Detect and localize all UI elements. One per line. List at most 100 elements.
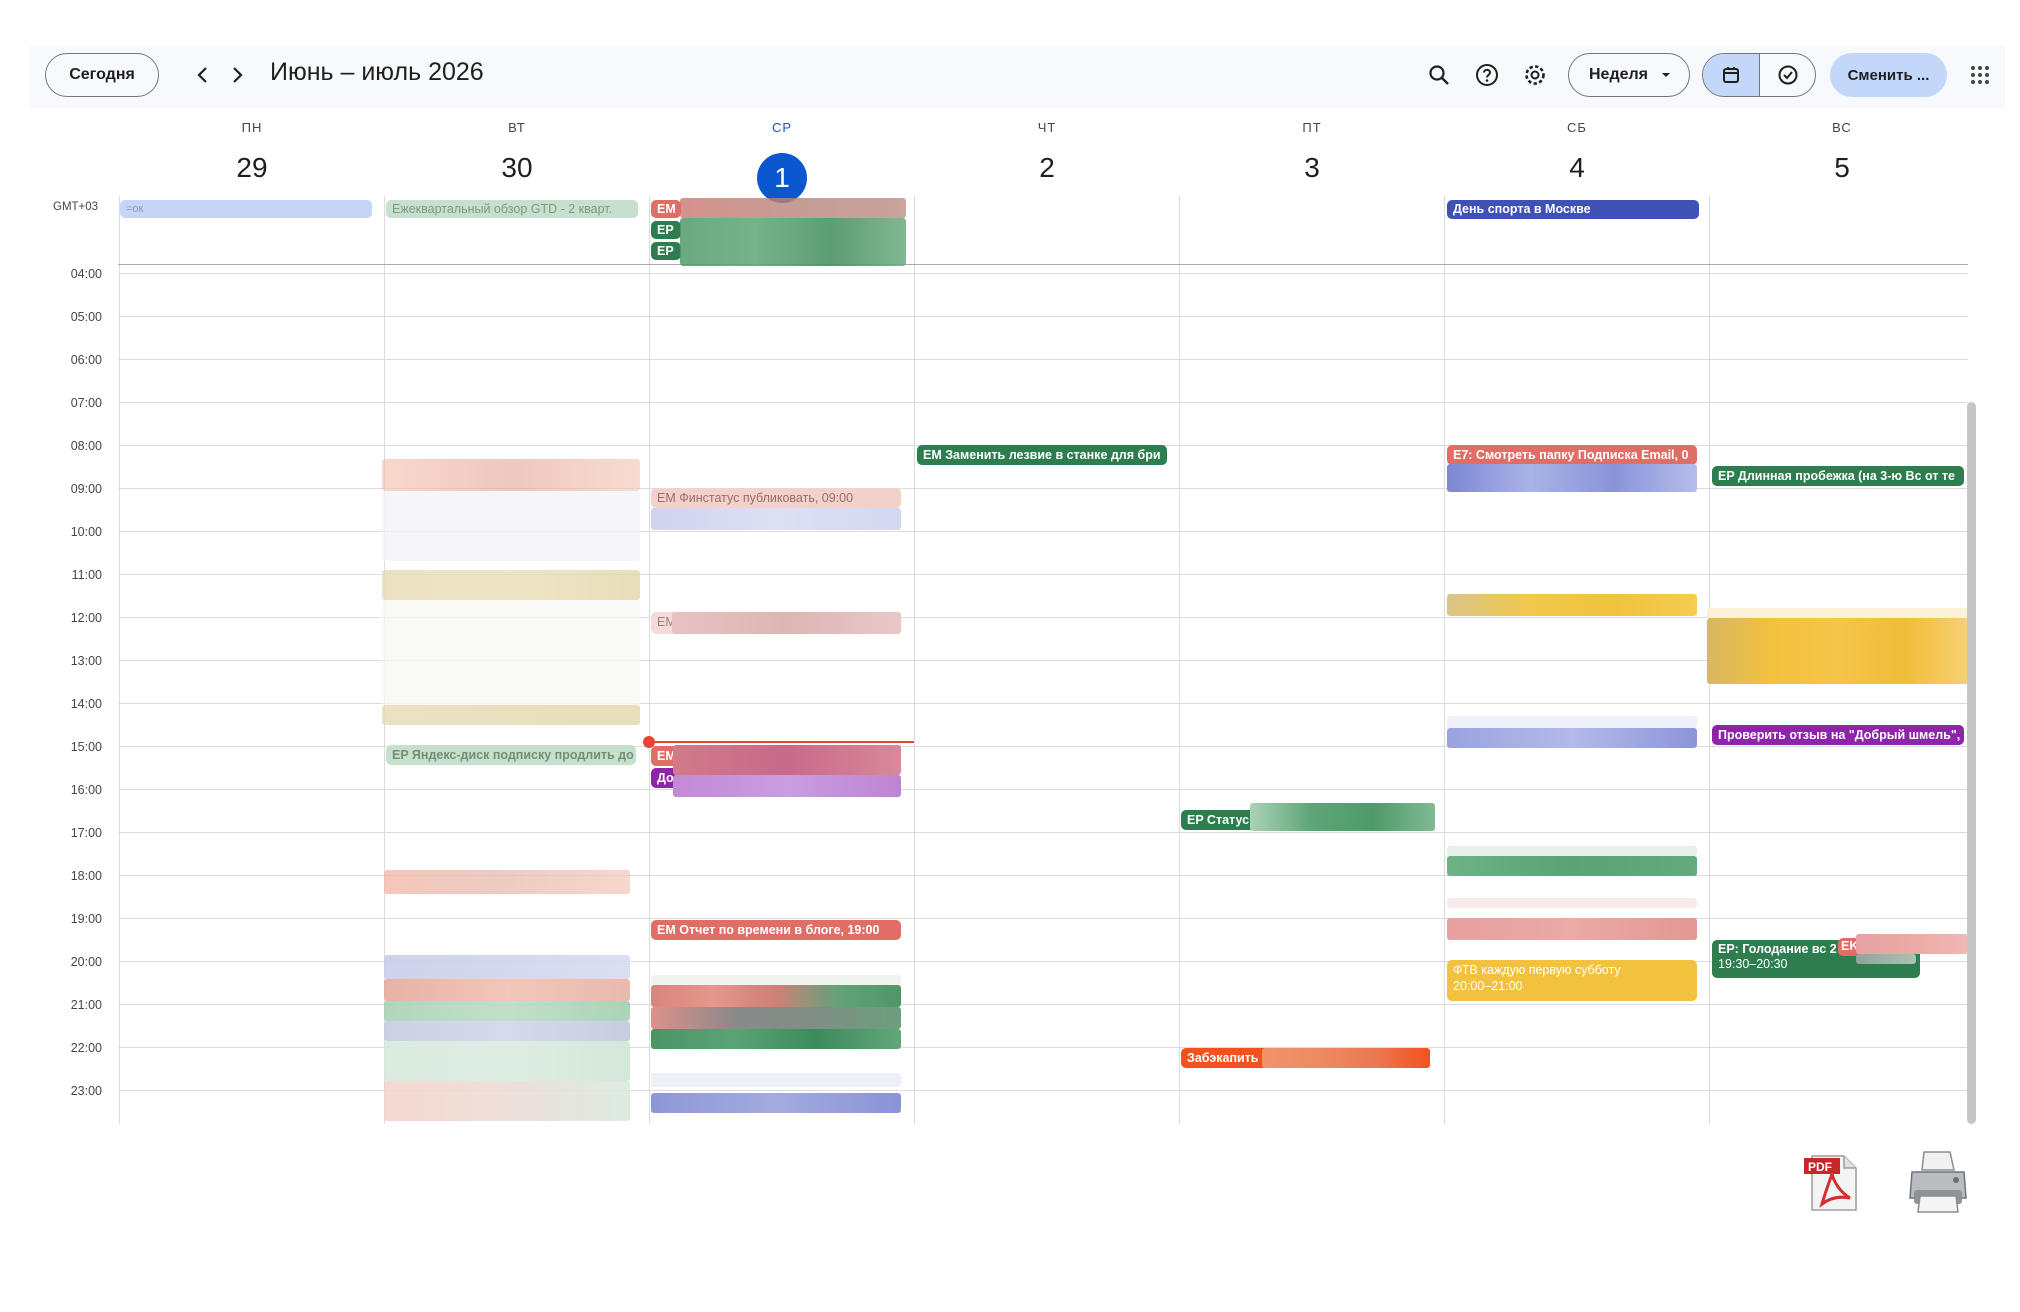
day-header-sun[interactable]: ВС 5	[1710, 120, 1974, 191]
hour-label: 16:00	[70, 783, 102, 797]
view-selector-label: Неделя	[1589, 66, 1649, 83]
hour-label: 09:00	[70, 482, 102, 496]
search-icon	[1429, 65, 1449, 85]
hour-label: 21:00	[70, 998, 102, 1012]
switch-button[interactable]: Сменить ...	[1830, 53, 1947, 97]
allday-event-wed-1[interactable]: EM	[651, 200, 681, 218]
event-sat-e7[interactable]: E7: Смотреть папку Подписка Email, 0	[1447, 445, 1697, 465]
redacted-event	[673, 775, 901, 797]
today-day-number[interactable]: 1	[757, 153, 807, 203]
today-button[interactable]: Сегодня	[45, 53, 159, 97]
allday-event-wed-3[interactable]: EP	[651, 242, 681, 260]
event-thu-razor[interactable]: EM Заменить лезвие в станке для бри	[917, 445, 1167, 465]
day-number[interactable]: 5	[1710, 145, 1974, 191]
event-wed-finstatus[interactable]: EM Финстатус публиковать, 09:00	[651, 488, 901, 508]
redacted-event	[1447, 716, 1697, 728]
hour-label: 19:00	[70, 912, 102, 926]
tasks-view-button[interactable]	[1760, 54, 1815, 96]
redacted-event	[1447, 856, 1697, 876]
hour-label: 08:00	[70, 439, 102, 453]
day-number[interactable]: 2	[915, 145, 1179, 191]
day-of-week: ПН	[241, 120, 263, 135]
allday-event-wed-2[interactable]: EP	[651, 221, 681, 239]
hour-label: 12:00	[70, 611, 102, 625]
redacted-event	[384, 1041, 630, 1081]
day-header-fri[interactable]: ПТ 3	[1180, 120, 1444, 191]
event-fri-zabek[interactable]: Забэкапить	[1181, 1048, 1269, 1068]
event-sat-ftb[interactable]: ФТВ каждую первую субботу 20:00–21:00	[1447, 960, 1697, 1001]
all-day-divider	[118, 264, 1968, 265]
redacted-event	[384, 1001, 630, 1021]
prev-week-button[interactable]	[188, 60, 218, 90]
day-header-sat[interactable]: СБ 4	[1445, 120, 1709, 191]
redacted-event	[1447, 898, 1697, 908]
day-of-week: ПТ	[1302, 120, 1322, 135]
event-sun-review[interactable]: Проверить отзыв на "Добрый шмель",	[1712, 725, 1964, 745]
day-number[interactable]: 30	[385, 145, 649, 191]
apps-button[interactable]	[1963, 58, 1997, 92]
hour-label: 17:00	[70, 826, 102, 840]
print-button[interactable]	[1906, 1146, 1970, 1216]
hour-label: 23:00	[70, 1084, 102, 1098]
redacted-event	[384, 870, 630, 894]
timezone-label: GMT+03	[53, 201, 99, 213]
next-week-button[interactable]	[222, 60, 252, 90]
settings-button[interactable]	[1518, 58, 1552, 92]
redacted-event	[382, 705, 640, 725]
day-of-week: СБ	[1567, 120, 1587, 135]
calendar-view-button[interactable]	[1703, 54, 1760, 96]
day-of-week: СР	[771, 120, 793, 135]
redacted-event	[680, 218, 906, 266]
redacted-event	[651, 985, 901, 1007]
event-sun-run[interactable]: EP Длинная пробежка (на 3-ю Вс от те	[1712, 466, 1964, 486]
export-pdf-button[interactable]: PDF	[1800, 1150, 1866, 1216]
day-of-week: ЧТ	[1037, 120, 1057, 135]
redacted-event	[382, 459, 640, 491]
day-of-week: ВС	[1832, 120, 1852, 135]
redacted-event	[382, 491, 640, 561]
event-tue-yandex[interactable]: EP Яндекс-диск подписку продлить до	[386, 745, 636, 765]
apps-grid-icon	[1971, 66, 1989, 84]
day-number[interactable]: 3	[1180, 145, 1444, 191]
hour-label: 10:00	[70, 525, 102, 539]
chevron-left-icon	[197, 67, 207, 83]
day-header-mon[interactable]: ПН 29	[120, 120, 384, 191]
day-header-wed[interactable]: СР 1	[650, 120, 914, 203]
chevron-right-icon	[233, 67, 243, 83]
day-header-thu[interactable]: ЧТ 2	[915, 120, 1179, 191]
redacted-event	[651, 1073, 901, 1087]
allday-event-sat[interactable]: День спорта в Москве	[1447, 200, 1699, 219]
pdf-icon: PDF	[1804, 1155, 1857, 1211]
hour-label: 15:00	[70, 740, 102, 754]
redacted-event	[651, 508, 901, 530]
view-selector[interactable]: Неделя	[1568, 53, 1690, 97]
day-number[interactable]: 29	[120, 145, 384, 191]
redacted-event	[673, 745, 901, 775]
svg-text:PDF: PDF	[1808, 1160, 1832, 1174]
hour-label: 14:00	[70, 697, 102, 711]
date-range-title: Июнь – июль 2026	[270, 58, 484, 86]
redacted-event	[1447, 846, 1697, 856]
search-button[interactable]	[1422, 58, 1456, 92]
redacted-event	[680, 198, 906, 218]
day-number[interactable]: 4	[1445, 145, 1709, 191]
hour-label: 13:00	[70, 654, 102, 668]
allday-event-mon[interactable]: =ок	[120, 200, 372, 218]
hour-label: 22:00	[70, 1041, 102, 1055]
redacted-event	[1707, 618, 1971, 684]
event-title: ФТВ каждую первую субботу	[1453, 963, 1621, 977]
hour-line	[118, 359, 1968, 360]
redacted-event	[384, 979, 630, 1001]
help-button[interactable]	[1470, 58, 1504, 92]
grid-scrollbar[interactable]	[1967, 402, 1976, 1124]
redacted-event	[384, 1021, 630, 1041]
hour-line	[118, 402, 1968, 403]
settings-icon	[1525, 65, 1545, 85]
event-fri-status[interactable]: EP Статус	[1181, 810, 1255, 830]
allday-event-tue[interactable]: Ежеквартальный обзор GTD - 2 кварт.	[386, 200, 638, 218]
hour-line	[118, 273, 1968, 274]
event-wed-report[interactable]: EM Отчет по времени в блоге, 19:00	[651, 920, 901, 940]
day-header-tue[interactable]: ВТ 30	[385, 120, 649, 191]
redacted-event	[651, 975, 901, 985]
calendar-icon	[1723, 67, 1739, 83]
